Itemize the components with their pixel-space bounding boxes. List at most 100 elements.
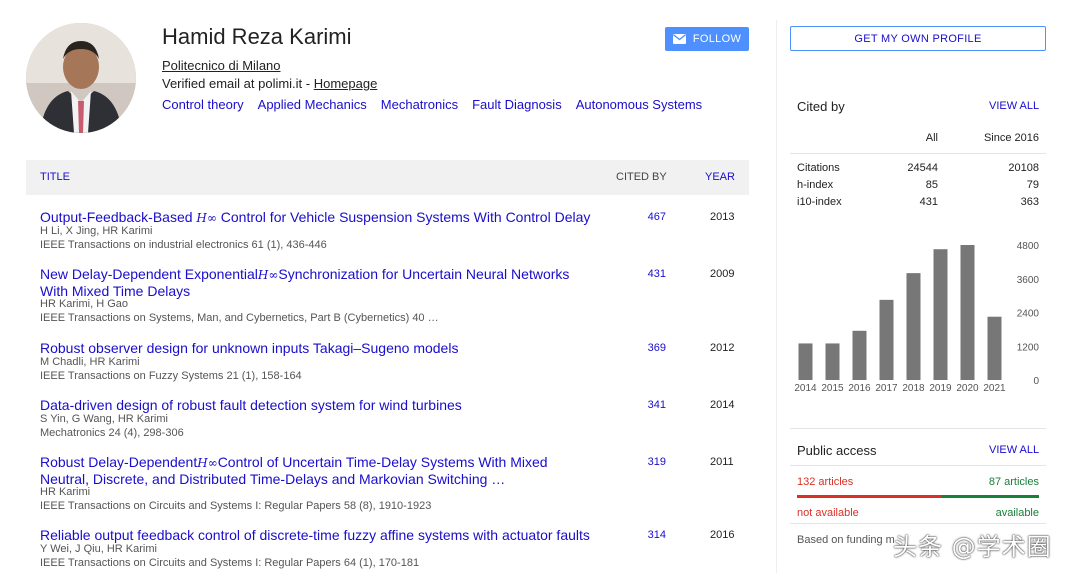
article-journal: IEEE Transactions on Circuits and System…	[40, 557, 420, 569]
stat-all: 24544	[907, 162, 938, 174]
article-authors: S Yin, G Wang, HR Karimi	[40, 413, 168, 425]
profile-avatar	[26, 23, 136, 133]
verified-email-text: Verified email at polimi.it -	[162, 76, 314, 91]
article-authors: HR Karimi, H Gao	[40, 298, 129, 310]
not-available-label: not available	[797, 507, 859, 519]
article-authors: HR Karimi	[40, 486, 91, 498]
available-articles-link[interactable]: 87 articles	[960, 476, 1039, 488]
cited-count-link[interactable]: 431	[636, 268, 666, 280]
stat-label: h-index	[797, 179, 834, 191]
stat-all: 431	[919, 196, 938, 208]
chart-bar-2017[interactable]	[879, 299, 894, 380]
get-my-own-profile-button[interactable]: GET MY OWN PROFILE	[790, 26, 1046, 51]
article-title-link[interactable]: Output-Feedback-Based H∞ Control for Veh…	[40, 209, 600, 226]
article-title-link[interactable]: Reliable output feedback control of disc…	[40, 527, 620, 544]
follow-label: FOLLOW	[692, 33, 742, 45]
divider	[790, 465, 1046, 466]
stat-label: Citations	[797, 162, 840, 174]
interest-link[interactable]: Mechatronics	[381, 97, 458, 112]
article-journal: IEEE Transactions on Circuits and System…	[40, 500, 432, 512]
divider	[790, 523, 1046, 524]
stat-since: 363	[1020, 196, 1039, 208]
profile-name: Hamid Reza Karimi	[162, 24, 352, 49]
interest-link[interactable]: Autonomous Systems	[576, 97, 702, 112]
sort-by-year[interactable]: YEAR	[705, 171, 735, 183]
cited-count-link[interactable]: 467	[636, 211, 666, 223]
public-access-view-all-link[interactable]: VIEW ALL	[989, 444, 1039, 456]
x-tick-label: 2015	[821, 383, 844, 394]
divider	[790, 428, 1046, 429]
unavailable-bar	[797, 495, 942, 498]
cited-count-link[interactable]: 341	[636, 399, 666, 411]
y-tick-label: 1200	[1017, 342, 1040, 353]
sort-by-title[interactable]: TITLE	[40, 171, 70, 183]
article-title-link[interactable]: Data-driven design of robust fault detec…	[40, 397, 600, 414]
funding-mandates-text: Based on funding m	[797, 534, 895, 546]
sidebar-divider	[776, 20, 777, 573]
interest-link[interactable]: Fault Diagnosis	[472, 97, 562, 112]
chart-bar-2021[interactable]	[987, 316, 1002, 380]
y-tick-label: 3600	[1017, 275, 1040, 286]
title-text: Robust observer design for unknown input…	[40, 340, 459, 356]
verified-email: Verified email at polimi.it - Homepage	[162, 76, 377, 91]
article-title-link[interactable]: Robust observer design for unknown input…	[40, 340, 600, 357]
stat-all: 85	[925, 179, 938, 191]
cited-count-link[interactable]: 369	[636, 342, 666, 354]
table-header: TITLE CITED BY YEAR	[26, 160, 749, 195]
article-year: 2011	[710, 456, 734, 468]
y-tick-label: 4800	[1017, 241, 1040, 252]
cited-count-link[interactable]: 319	[636, 456, 666, 468]
x-tick-label: 2017	[875, 383, 898, 394]
article-journal: IEEE Transactions on Systems, Man, and C…	[40, 312, 439, 324]
interest-link[interactable]: Control theory	[162, 97, 244, 112]
y-tick-label: 0	[1033, 376, 1039, 387]
title-text: Reliable output feedback control of disc…	[40, 527, 590, 543]
citations-per-year-chart: 2014 2015 2016 2017 2018 2019 2020 2021 0 1200 240…	[794, 241, 1040, 394]
chart-bar-2014[interactable]	[798, 343, 813, 380]
article-journal: IEEE Transactions on Fuzzy Systems 21 (1…	[40, 370, 302, 382]
article-authors: H Li, X Jing, HR Karimi	[40, 225, 153, 237]
article-authors: Y Wei, J Qiu, HR Karimi	[40, 543, 157, 555]
interest-link[interactable]: Applied Mechanics	[258, 97, 367, 112]
article-year: 2014	[710, 399, 735, 411]
chart-bar-2015[interactable]	[825, 343, 840, 380]
research-interests: Control theory Applied Mechanics Mechatr…	[162, 97, 702, 112]
y-tick-label: 2400	[1017, 309, 1040, 320]
x-tick-label: 2020	[956, 383, 979, 394]
x-tick-label: 2019	[929, 383, 952, 394]
unavailable-articles-link[interactable]: 132 articles	[797, 476, 853, 488]
envelope-icon	[672, 34, 686, 44]
x-tick-label: 2016	[848, 383, 871, 394]
article-authors: M Chadli, HR Karimi	[40, 356, 140, 368]
homepage-link[interactable]: Homepage	[314, 76, 378, 91]
chart-bar-2018[interactable]	[906, 273, 921, 380]
chart-bar-2016[interactable]	[852, 330, 867, 380]
article-journal: Mechatronics 24 (4), 298-306	[40, 427, 184, 439]
article-year: 2012	[710, 342, 735, 354]
x-tick-label: 2021	[983, 383, 1006, 394]
follow-button[interactable]: FOLLOW	[665, 27, 749, 51]
article-title-link[interactable]: Robust Delay-DependentH∞Control of Uncer…	[40, 454, 600, 487]
title-text: Output-Feedback-Based	[40, 209, 197, 225]
cited-by-view-all-link[interactable]: VIEW ALL	[989, 100, 1039, 112]
h-infinity-symbol: H∞	[257, 268, 279, 282]
article-journal: IEEE Transactions on industrial electron…	[40, 239, 327, 251]
col-all-header: All	[925, 132, 938, 144]
col-since-header: Since 2016	[983, 132, 1039, 144]
stat-since: 79	[1026, 179, 1039, 191]
article-title-link[interactable]: New Delay-Dependent ExponentialH∞Synchro…	[40, 266, 600, 299]
title-text: Data-driven design of robust fault detec…	[40, 397, 462, 413]
article-year: 2013	[710, 211, 735, 223]
title-text: Robust Delay-Dependent	[40, 454, 198, 470]
title-text: New Delay-Dependent Exponential	[40, 266, 258, 282]
article-year: 2009	[710, 268, 735, 280]
watermark: 头条 @学术圈	[893, 533, 1052, 561]
profile-affiliation[interactable]: Politecnico di Milano	[162, 58, 281, 73]
chart-bar-2019[interactable]	[933, 249, 948, 380]
cited-count-link[interactable]: 314	[636, 529, 666, 541]
stat-since: 20108	[1008, 162, 1039, 174]
cited-by-heading: Cited by	[797, 99, 845, 114]
chart-bar-2020[interactable]	[960, 245, 975, 380]
h-infinity-symbol: H∞	[197, 456, 218, 470]
available-label: available	[995, 507, 1039, 519]
